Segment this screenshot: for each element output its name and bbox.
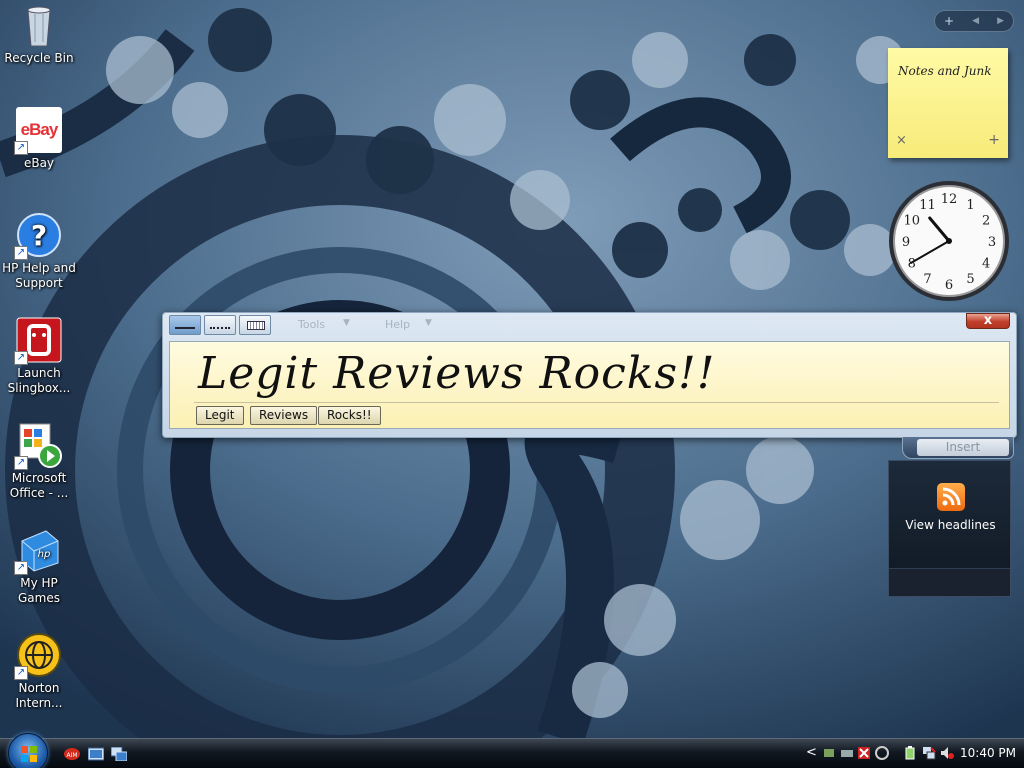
character-pad-mode-button[interactable] <box>204 315 236 335</box>
desktop-icon-label: HP Help and Support <box>2 261 76 290</box>
add-gadget-button[interactable]: + <box>944 14 954 28</box>
desktop-icon-label: My HP Games <box>18 576 60 605</box>
tray-app-icon[interactable] <box>875 746 889 760</box>
desktop-icon-recycle-bin[interactable]: Recycle Bin <box>0 2 78 66</box>
windows-logo-icon <box>21 746 37 762</box>
clock-numeral: 3 <box>988 235 996 250</box>
aim-icon[interactable]: AIM <box>64 747 80 761</box>
rss-icon <box>937 483 965 511</box>
clock-numeral: 1 <box>966 198 974 213</box>
clock-numeral: 9 <box>902 235 910 250</box>
writing-guideline <box>194 402 999 403</box>
shortcut-arrow-icon: ↗ <box>14 666 28 680</box>
sidebar-controls: + ◀ ▶ <box>934 10 1014 32</box>
suggestion-button-reviews[interactable]: Reviews <box>250 406 318 425</box>
clock-numeral: 10 <box>904 214 921 229</box>
clock-numeral: 8 <box>908 257 916 272</box>
help-icon: ? ↗ <box>14 212 62 260</box>
show-desktop-icon[interactable] <box>88 747 104 761</box>
shortcut-arrow-icon: ↗ <box>14 141 28 155</box>
desktop-icon-hp-help[interactable]: ? ↗ HP Help and Support <box>0 212 78 291</box>
tools-menu[interactable]: Tools <box>298 318 325 331</box>
desktop-icon-label: Launch Slingbox... <box>7 366 71 395</box>
ebay-icon: eBay ↗ <box>14 107 62 155</box>
insert-tab: Insert <box>902 437 1014 459</box>
chevron-down-icon: ▼ <box>343 318 350 328</box>
desktop-icon-label: Microsoft Office - ... <box>9 471 69 500</box>
insert-button[interactable]: Insert <box>917 439 1009 456</box>
tray-app-icon[interactable] <box>822 746 836 760</box>
delete-note-button[interactable]: × <box>896 133 907 148</box>
writing-pad[interactable]: Legit Reviews Rocks!! Legit Reviews Rock… <box>169 341 1010 429</box>
feed-headlines-gadget[interactable]: View headlines <box>888 460 1011 597</box>
clock-numeral: 11 <box>919 198 936 213</box>
keyboard-mode-button[interactable] <box>239 315 271 335</box>
show-hidden-icons-button[interactable]: < <box>806 745 817 760</box>
hp-games-icon: hp ↗ <box>14 527 62 575</box>
tray-app-icon[interactable] <box>840 746 854 760</box>
start-button[interactable] <box>8 733 48 768</box>
volume-muted-icon[interactable] <box>940 746 954 760</box>
input-panel-titlebar[interactable]: Tools ▼ Help ▼ x <box>163 313 1016 339</box>
svg-text:?: ? <box>31 219 47 252</box>
tablet-input-panel: Tools ▼ Help ▼ x Legit Reviews Rocks!! L… <box>162 312 1017 438</box>
svg-text:hp: hp <box>38 549 51 560</box>
clock-gadget: 1234567891011 12 <box>889 181 1009 301</box>
view-headlines-link[interactable]: View headlines <box>889 518 1012 532</box>
clock-numeral: 4 <box>982 257 990 272</box>
sidebar-next-button[interactable]: ▶ <box>997 16 1004 26</box>
desktop-icon-label: Recycle Bin <box>4 51 74 65</box>
desktop-icon-microsoft-office[interactable]: ↗ Microsoft Office - ... <box>0 422 78 501</box>
desktop-icon-slingbox[interactable]: ↗ Launch Slingbox... <box>0 317 78 396</box>
shortcut-arrow-icon: ↗ <box>14 456 28 470</box>
slingbox-icon: ↗ <box>14 317 62 365</box>
switch-windows-icon[interactable] <box>111 747 127 761</box>
writing-pad-icon <box>175 327 195 329</box>
suggestion-button-rocks[interactable]: Rocks!! <box>318 406 381 425</box>
clock-numeral: 2 <box>982 214 990 229</box>
taskbar: AIM < 10:40 PM <box>0 733 1024 768</box>
recycle-bin-icon <box>16 2 62 48</box>
feed-footer <box>889 568 1010 596</box>
sticky-note-gadget[interactable]: Notes and Junk × + <box>888 48 1008 158</box>
desktop-icon-label: eBay <box>23 156 55 170</box>
note-text[interactable]: Notes and Junk <box>898 64 992 78</box>
network-icon[interactable] <box>922 746 936 760</box>
svg-text:AIM: AIM <box>66 752 77 759</box>
clock-numeral: 5 <box>966 272 974 287</box>
battery-icon[interactable] <box>904 746 918 760</box>
help-menu[interactable]: Help <box>385 318 410 331</box>
add-note-button[interactable]: + <box>988 132 1000 148</box>
clock-numeral: 7 <box>923 272 931 287</box>
desktop-icon-my-hp-games[interactable]: hp ↗ My HP Games <box>0 527 78 606</box>
norton-icon: ↗ <box>14 632 62 680</box>
clock-numeral: 6 <box>945 278 953 293</box>
shortcut-arrow-icon: ↗ <box>14 561 28 575</box>
office-icon: ↗ <box>14 422 62 470</box>
keyboard-icon <box>247 321 265 330</box>
chevron-down-icon: ▼ <box>425 318 432 328</box>
handwritten-ink: Legit Reviews Rocks!! <box>198 348 716 399</box>
security-icon[interactable] <box>857 746 871 760</box>
sidebar-prev-button[interactable]: ◀ <box>972 16 979 26</box>
taskbar-clock[interactable]: 10:40 PM <box>960 746 1016 760</box>
close-button[interactable]: x <box>966 313 1010 329</box>
suggestion-button-legit[interactable]: Legit <box>196 406 244 425</box>
character-pad-icon <box>210 327 230 329</box>
desktop-icon-label: Norton Intern... <box>15 681 63 710</box>
writing-pad-mode-button[interactable] <box>169 315 201 335</box>
shortcut-arrow-icon: ↗ <box>14 351 28 365</box>
desktop-icon-norton[interactable]: ↗ Norton Intern... <box>0 632 78 711</box>
desktop-icon-ebay[interactable]: eBay ↗ eBay <box>0 107 78 171</box>
clock-numeral: 12 <box>941 192 958 207</box>
shortcut-arrow-icon: ↗ <box>14 246 28 260</box>
